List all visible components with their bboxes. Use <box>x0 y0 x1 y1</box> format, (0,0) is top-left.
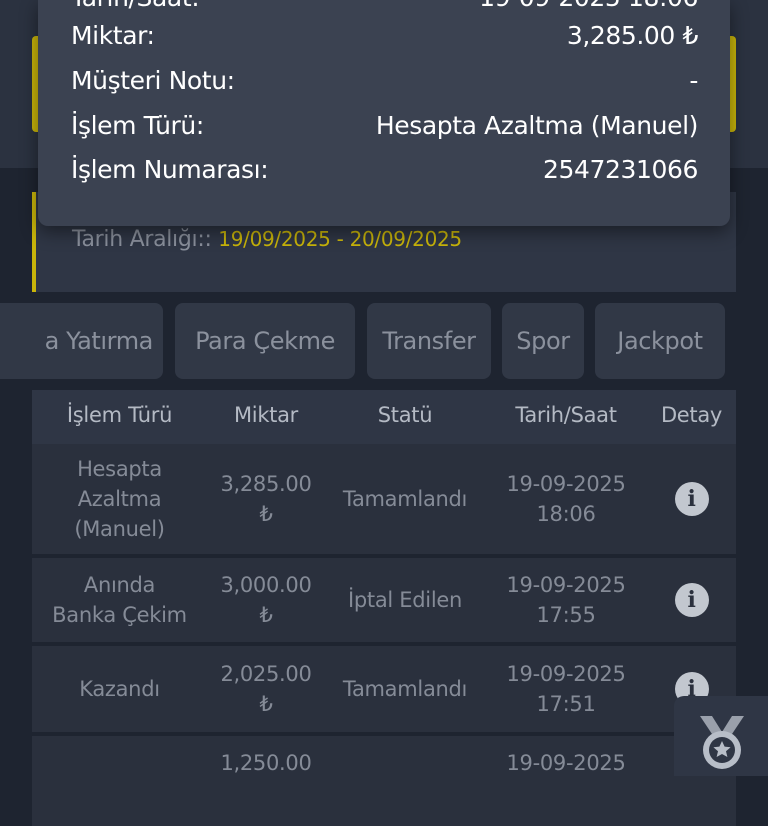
cell-type-line: Anında <box>83 573 156 597</box>
currency-symbol: ₺ <box>259 692 273 716</box>
col-header-amount: Miktar <box>233 403 299 427</box>
popup-value: Hesapta Azaltma (Manuel) <box>375 111 699 140</box>
table-row[interactable]: 1,250.00 19-09-2025 <box>32 736 736 826</box>
cell-status: İptal Edilen <box>347 588 463 612</box>
transaction-detail-popup: Tarih/Saat: 19-09-2025 18:06 Miktar: 3,2… <box>38 0 730 226</box>
date-value: 19-09-2025 <box>506 573 626 597</box>
cell-detail: i <box>647 558 736 642</box>
amount-value: 1,250.00 <box>220 751 312 775</box>
popup-value: 2547231066 <box>542 155 698 184</box>
table-row[interactable]: Anında Banka Çekim 3,000.00 ₺ İptal Edil… <box>32 558 736 646</box>
date-value: 19-09-2025 <box>506 472 626 496</box>
cell-type: Hesapta Azaltma (Manuel) <box>32 444 207 554</box>
cell-type: Kazandı <box>32 646 207 732</box>
table-header: İşlem Türü Miktar Statü Tarih/Saat Detay <box>32 390 736 444</box>
info-icon[interactable]: i <box>674 482 709 516</box>
amount-value: 2,025.00 <box>220 662 312 686</box>
date-value: 19-09-2025 <box>506 662 626 686</box>
tab-withdraw[interactable]: Para Çekme <box>175 303 355 379</box>
tab-jackpot[interactable]: Jackpot <box>595 303 725 379</box>
tab-deposit[interactable]: a Yatırma <box>0 303 163 379</box>
currency-symbol: ₺ <box>259 502 273 526</box>
popup-value: 19-09-2025 18:06 <box>479 0 698 12</box>
date-range-text: Tarih Aralığı:: 19/09/2025 - 20/09/2025 <box>72 227 462 252</box>
popup-label: Müşteri Notu: <box>71 66 235 95</box>
col-header-status: Statü <box>377 403 433 427</box>
cell-datetime: 19-09-2025 18:06 <box>485 444 647 554</box>
cell-status: Tamamlandı <box>342 487 468 511</box>
cell-datetime: 19-09-2025 17:51 <box>485 646 647 732</box>
cell-amount: 3,000.00 ₺ <box>207 558 325 642</box>
col-header-detail: Detay <box>660 403 723 427</box>
popup-value: 3,285.00 ₺ <box>566 21 699 50</box>
col-header-datetime: Tarih/Saat <box>515 403 617 427</box>
cell-type-line: (Manuel) <box>74 517 165 541</box>
popup-label: Miktar: <box>71 21 155 50</box>
info-icon[interactable]: i <box>674 583 709 617</box>
cell-detail: i <box>647 444 736 554</box>
col-header-type: İşlem Türü <box>66 403 173 427</box>
popup-value: - <box>689 66 698 95</box>
currency-symbol: ₺ <box>259 603 273 627</box>
cell-type: Anında Banka Çekim <box>32 558 207 642</box>
date-range-value: 19/09/2025 - 20/09/2025 <box>218 227 462 251</box>
tab-sport[interactable]: Spor <box>502 303 584 379</box>
cell-amount: 3,285.00 ₺ <box>207 444 325 554</box>
cell-type-line: Banka Çekim <box>52 603 187 627</box>
table-row[interactable]: Kazandı 2,025.00 ₺ Tamamlandı 19-09-2025… <box>32 646 736 736</box>
popup-label: Tarih/Saat: <box>71 0 200 12</box>
amount-value: 3,285.00 <box>220 472 312 496</box>
cell-type-line: Kazandı <box>79 677 160 701</box>
time-value: 18:06 <box>536 502 596 526</box>
cell-status: Tamamlandı <box>342 677 468 701</box>
amount-value: 3,000.00 <box>220 573 312 597</box>
date-range-label: Tarih Aralığı:: <box>72 227 212 252</box>
cell-amount: 2,025.00 ₺ <box>207 646 325 732</box>
date-value: 19-09-2025 <box>506 751 626 775</box>
tab-transfer[interactable]: Transfer <box>367 303 491 379</box>
time-value: 17:51 <box>536 692 596 716</box>
popup-label: İşlem Türü: <box>71 111 204 140</box>
rewards-badge[interactable] <box>674 696 768 776</box>
medal-icon <box>700 716 744 769</box>
table-row[interactable]: Hesapta Azaltma (Manuel) 3,285.00 ₺ Tama… <box>32 444 736 558</box>
transaction-type-tabs: a Yatırma Para Çekme Transfer Spor Jackp… <box>0 303 768 381</box>
transactions-table: İşlem Türü Miktar Statü Tarih/Saat Detay… <box>32 390 736 826</box>
popup-label: İşlem Numarası: <box>71 155 269 184</box>
cell-type-line: Hesapta <box>77 457 162 481</box>
time-value: 17:55 <box>536 603 596 627</box>
cell-type-line: Azaltma <box>77 487 162 511</box>
cell-datetime: 19-09-2025 17:55 <box>485 558 647 642</box>
